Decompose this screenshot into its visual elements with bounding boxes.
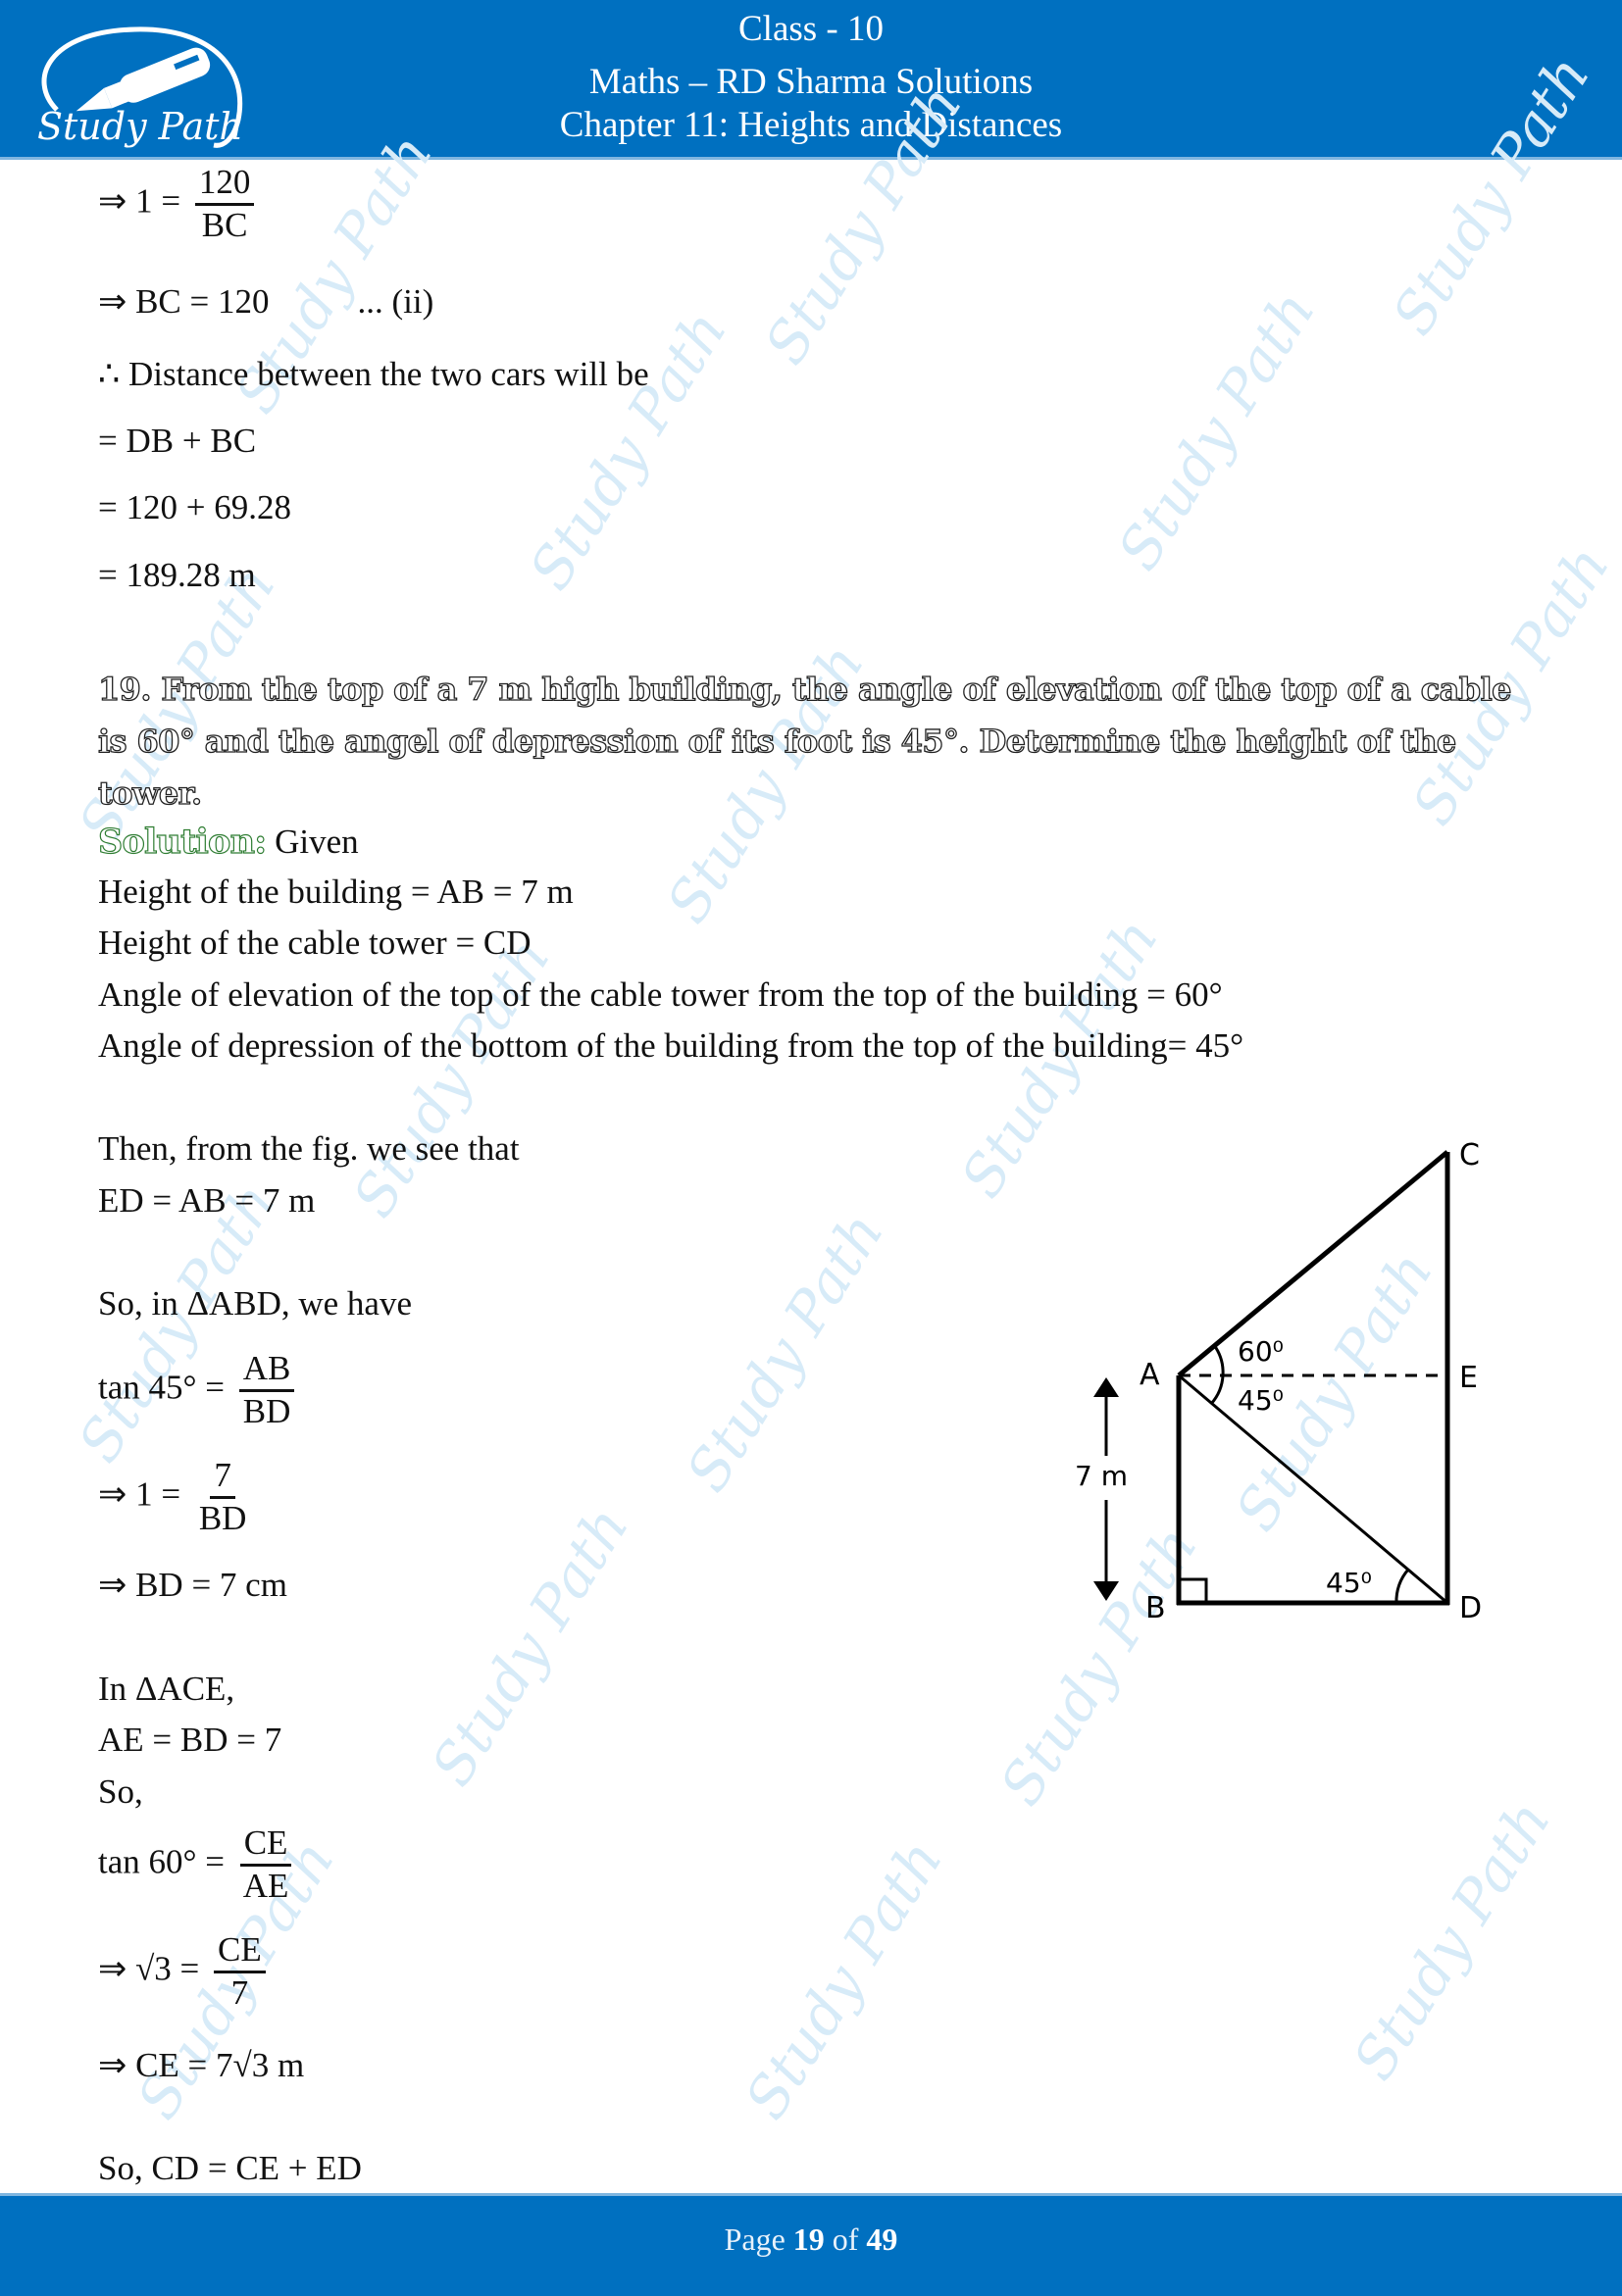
height-label: 7 m — [1075, 1460, 1128, 1492]
watermark: Study Path — [1340, 1789, 1563, 2091]
equation-ce-result: ⇒ CE = 7√3 m — [98, 2046, 305, 2084]
equation-tan60: tan 60° = CE AE — [98, 1824, 293, 1905]
equation-bc: ⇒ BC = 120... (ii) — [98, 282, 434, 321]
equation-sum: = DB + BC — [98, 422, 257, 460]
equation-values: = 120 + 69.28 — [98, 488, 291, 526]
given-item: Angle of depression of the bottom of the… — [98, 1026, 1244, 1065]
watermark: Study Path — [339, 926, 563, 1228]
given-item: Height of the cable tower = CD — [98, 923, 532, 962]
equation-ed: ED = AB = 7 m — [98, 1181, 316, 1220]
point-label-b: B — [1145, 1591, 1166, 1625]
point-label-d: D — [1459, 1591, 1482, 1625]
heights-distances-figure: C E A B D 60⁰ 45⁰ 45⁰ 7 m — [1075, 1138, 1482, 1625]
point-label-a: A — [1140, 1358, 1160, 1392]
equation-cd: So, CD = CE + ED — [98, 2149, 362, 2187]
triangle-abd-intro: So, in ΔABD, we have — [98, 1284, 412, 1323]
arrow-up-icon — [1093, 1377, 1119, 1397]
arrow-down-icon — [1093, 1581, 1119, 1601]
equation-tag: ... (ii) — [357, 282, 434, 321]
line-ac — [1177, 1150, 1449, 1377]
question-line-1: 19. From the top of a 7 m high building,… — [97, 670, 1512, 708]
triangle-ace-intro: In ΔACE, — [98, 1670, 235, 1708]
current-page: 19 — [792, 2221, 825, 2257]
equation-result: = 189.28 m — [98, 556, 256, 594]
given-item: Height of the building = AB = 7 m — [98, 873, 574, 911]
equation-root3: ⇒ √3 = CE 7 — [98, 1931, 266, 2012]
watermark: Study Path — [516, 299, 739, 601]
watermark: Study Path — [1104, 279, 1328, 581]
fraction: 120 BC — [194, 164, 255, 244]
solution-heading: Solution: Given — [97, 821, 359, 862]
watermark: Study Path — [418, 1495, 641, 1797]
point-label-c: C — [1459, 1138, 1480, 1173]
total-pages: 49 — [866, 2221, 898, 2257]
angle-arc-d — [1394, 1569, 1410, 1604]
subject-title: Maths – RD Sharma Solutions — [588, 62, 1034, 102]
so-label: So, — [98, 1772, 143, 1811]
given-item: Angle of elevation of the top of the cab… — [98, 975, 1223, 1014]
watermark: Study Path — [673, 1201, 896, 1503]
from-figure-statement: Then, from the fig. we see that — [98, 1129, 520, 1168]
watermark: Study Path — [732, 1828, 955, 2130]
question-19: 19. From the top of a 7 m high building,… — [97, 664, 1530, 820]
equation-one-equals: ⇒ 1 = 120 BC — [98, 164, 255, 244]
angle-label-elevation: 60⁰ — [1238, 1335, 1284, 1368]
equation-ae: AE = BD = 7 — [98, 1721, 282, 1759]
solution-label: Solution: — [97, 821, 267, 862]
fraction: CE AE — [239, 1824, 293, 1905]
fraction: 7 BD — [198, 1456, 247, 1537]
equation-tan45: tan 45° = AB BD — [98, 1350, 295, 1430]
right-angle-marker — [1179, 1577, 1208, 1603]
fraction: CE 7 — [214, 1931, 266, 2012]
angle-label-d: 45⁰ — [1326, 1567, 1372, 1599]
page-header: Study Path Class - 10 Maths – RD Sharma … — [0, 0, 1622, 160]
angle-label-depression: 45⁰ — [1238, 1384, 1284, 1417]
question-line-2: is 60° and the angel of depression of it… — [97, 722, 1457, 812]
distance-statement: ∴ Distance between the two cars will be — [98, 355, 649, 393]
point-label-e: E — [1459, 1361, 1478, 1395]
fraction: AB BD — [238, 1350, 295, 1430]
page-indicator: Page 19 of 49 — [724, 2221, 898, 2257]
equation-bd-result: ⇒ BD = 7 cm — [98, 1566, 287, 1604]
equation-one-over-bd: ⇒ 1 = 7 BD — [98, 1456, 250, 1537]
class-title: Class - 10 — [738, 9, 884, 49]
page-footer: Page 19 of 49 — [0, 2193, 1622, 2296]
chapter-title: Chapter 11: Heights and Distances — [559, 105, 1063, 145]
